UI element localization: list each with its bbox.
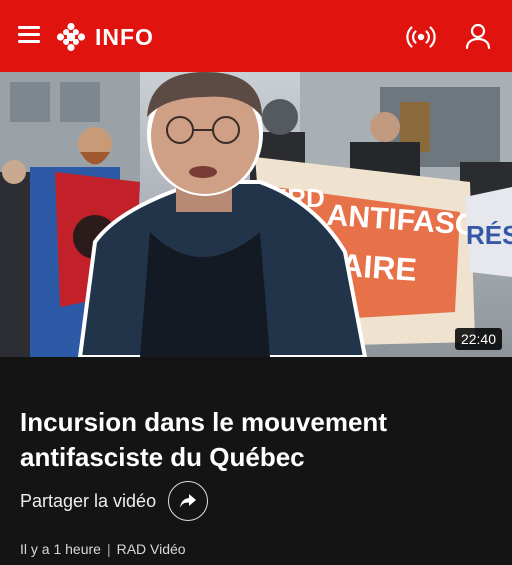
source-label[interactable]: RAD Vidéo bbox=[117, 541, 186, 557]
live-broadcast-icon[interactable] bbox=[406, 24, 436, 50]
share-label[interactable]: Partager la vidéo bbox=[20, 491, 156, 512]
thumbnail-image: ANTIFASCISTE AIRE IRD RÉSI bbox=[0, 72, 512, 357]
share-arrow-icon bbox=[180, 494, 197, 508]
article-meta: Il y a 1 heure | RAD Vidéo bbox=[20, 541, 186, 557]
share-button[interactable] bbox=[168, 481, 209, 521]
share-row: Partager la vidéo bbox=[20, 481, 209, 521]
article-title[interactable]: Incursion dans le mouvement antifasciste… bbox=[20, 405, 490, 475]
publish-age: Il y a 1 heure bbox=[20, 541, 101, 557]
brand-title[interactable]: INFO bbox=[95, 22, 154, 52]
menu-icon[interactable] bbox=[18, 26, 40, 44]
banner-text-right: RÉSI bbox=[466, 220, 512, 250]
video-duration-badge: 22:40 bbox=[454, 328, 502, 350]
meta-separator: | bbox=[106, 541, 111, 557]
video-thumbnail[interactable]: ANTIFASCISTE AIRE IRD RÉSI bbox=[0, 72, 512, 357]
user-icon[interactable] bbox=[464, 22, 492, 50]
top-bar: INFO bbox=[0, 0, 512, 72]
cbc-gem-logo-icon[interactable] bbox=[56, 22, 86, 52]
